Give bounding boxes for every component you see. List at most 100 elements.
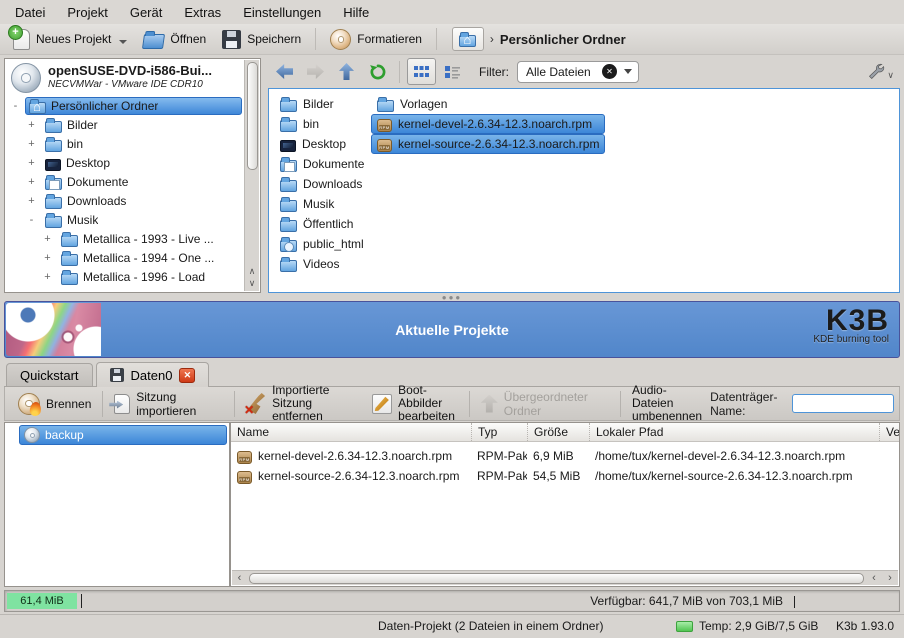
scrollbar-thumb[interactable] xyxy=(247,62,258,170)
scroll-down-icon[interactable]: ∨ xyxy=(249,277,256,289)
column-header-link[interactable]: Verknü xyxy=(879,423,899,441)
toolbar-separator xyxy=(620,391,621,417)
file-item[interactable]: public_html xyxy=(274,234,371,254)
used-size-segment: 61,4 MiB xyxy=(7,593,77,609)
device-tree-item[interactable]: - Musik xyxy=(5,210,260,229)
expander-toggle[interactable]: + xyxy=(25,138,38,150)
back-button[interactable] xyxy=(270,58,299,85)
project-tab[interactable]: Quickstart xyxy=(6,363,93,386)
table-row[interactable]: kernel-source-2.6.34-12.3.noarch.rpm RPM… xyxy=(231,466,899,486)
device-tree-item[interactable]: + bin xyxy=(5,134,260,153)
file-item[interactable]: Öffentlich xyxy=(274,214,371,234)
format-label: Formatieren xyxy=(357,32,422,46)
folder-tree: - Persönlicher Ordner + Bilder + bin + D… xyxy=(5,95,260,286)
menubar-item[interactable]: Extras xyxy=(173,2,232,23)
volume-name-input[interactable] xyxy=(792,394,894,413)
cell-type: RPM-Paket xyxy=(471,449,527,463)
scroll-left-icon[interactable]: ‹ xyxy=(866,572,882,585)
parent-folder-button[interactable]: Übergeordneter Ordner xyxy=(473,388,617,420)
expander-toggle[interactable]: + xyxy=(41,271,54,283)
vertical-scrollbar[interactable]: ∧ ∨ xyxy=(244,60,259,291)
expander-toggle[interactable]: + xyxy=(25,195,38,207)
device-tree-item[interactable]: + Bilder xyxy=(5,115,260,134)
new-project-button[interactable]: Neues Projekt xyxy=(6,27,134,52)
file-item[interactable]: Dokumente xyxy=(274,154,371,174)
expander-toggle[interactable]: + xyxy=(25,119,38,131)
device-entry[interactable]: openSUSE-DVD-i586-Bui... NECVMWar - VMwa… xyxy=(5,59,260,95)
import-session-icon xyxy=(114,394,130,414)
file-item[interactable]: bin xyxy=(274,114,371,134)
breadcrumb-separator: › xyxy=(490,32,494,46)
remove-imported-session-button[interactable]: Importierte Sitzung entfernen xyxy=(238,382,364,426)
remove-session-label: Importierte Sitzung xyxy=(272,383,329,410)
edit-boot-images-button[interactable]: Boot-Abbilder bearbeiten xyxy=(364,382,466,426)
expander-toggle[interactable]: + xyxy=(41,233,54,245)
device-tree-item[interactable]: + Desktop xyxy=(5,153,260,172)
project-tree-item[interactable]: backup xyxy=(19,425,227,445)
file-item[interactable]: Desktop xyxy=(274,134,371,154)
reload-button[interactable] xyxy=(363,58,392,85)
scroll-up-icon[interactable]: ∧ xyxy=(249,265,256,277)
filter-label: Filter: xyxy=(479,65,509,79)
device-tree-item[interactable]: + Metallica - 1993 - Live ... xyxy=(5,229,260,248)
file-item[interactable]: Videos xyxy=(274,254,371,274)
import-session-button[interactable]: Sitzung importieren xyxy=(106,388,231,420)
file-item[interactable]: kernel-devel-2.6.34-12.3.noarch.rpm xyxy=(371,114,605,134)
device-tree-item[interactable]: + Metallica - 1996 - Load xyxy=(5,267,260,286)
column-header-size[interactable]: Größe xyxy=(527,423,589,441)
detail-view-button[interactable] xyxy=(438,58,467,85)
expander-toggle[interactable]: - xyxy=(9,100,22,112)
file-item[interactable]: Vorlagen xyxy=(371,94,605,114)
project-view: backup Name Typ Größe Lokaler Pfad Verkn… xyxy=(4,421,900,588)
column-header-name[interactable]: Name xyxy=(231,425,471,439)
icon-view-button[interactable] xyxy=(407,58,436,85)
chevron-down-icon xyxy=(119,40,127,44)
up-arrow-icon xyxy=(339,63,354,80)
menubar-item[interactable]: Projekt xyxy=(56,2,118,23)
menubar-item[interactable]: Datei xyxy=(4,2,56,23)
browser-options-button[interactable]: ∨ xyxy=(867,62,898,81)
expander-toggle[interactable]: - xyxy=(25,214,38,226)
file-item[interactable]: Downloads xyxy=(274,174,371,194)
scroll-right-icon[interactable]: › xyxy=(882,572,898,585)
burn-button[interactable]: Brennen xyxy=(10,391,99,417)
device-tree-item[interactable]: - Persönlicher Ordner xyxy=(5,96,260,115)
file-item[interactable]: kernel-source-2.6.34-12.3.noarch.rpm xyxy=(371,134,605,154)
breadcrumb-label: Persönlicher Ordner xyxy=(500,32,626,47)
format-button[interactable]: Formatieren xyxy=(323,27,429,52)
menubar-item[interactable]: Hilfe xyxy=(332,2,380,23)
device-tree-item[interactable]: + Downloads xyxy=(5,191,260,210)
horizontal-scrollbar[interactable]: ‹ ‹ › xyxy=(232,570,898,585)
project-tab[interactable]: Daten0 ✕ xyxy=(96,362,210,387)
table-row[interactable]: kernel-devel-2.6.34-12.3.noarch.rpm RPM-… xyxy=(231,446,899,466)
file-item[interactable]: Bilder xyxy=(274,94,371,114)
scroll-left-icon[interactable]: ‹ xyxy=(232,572,247,585)
expander-toggle[interactable]: + xyxy=(25,176,38,188)
save-button[interactable]: Speichern xyxy=(215,28,308,51)
column-header-path[interactable]: Lokaler Pfad xyxy=(589,423,879,441)
clear-filter-icon[interactable]: ✕ xyxy=(602,64,617,79)
rename-audio-button[interactable]: Audio-Dateien umbenennen xyxy=(624,382,710,426)
pencil-icon xyxy=(372,394,392,414)
expander-toggle[interactable]: + xyxy=(41,252,54,264)
home-button[interactable] xyxy=(452,27,484,51)
disc-icon xyxy=(330,29,351,50)
upper-split: openSUSE-DVD-i586-Bui... NECVMWar - VMwa… xyxy=(0,55,904,293)
device-tree-item[interactable]: + Dokumente xyxy=(5,172,260,191)
open-button[interactable]: Öffnen xyxy=(136,28,213,51)
parent-folder-label: Übergeordneter Ordner xyxy=(504,390,609,418)
close-icon[interactable]: ✕ xyxy=(179,368,195,383)
expander-toggle[interactable]: + xyxy=(25,157,38,169)
folder-icon xyxy=(61,254,78,266)
device-tree-item[interactable]: + Metallica - 1994 - One ... xyxy=(5,248,260,267)
column-header-type[interactable]: Typ xyxy=(471,423,527,441)
file-item[interactable]: Musik xyxy=(274,194,371,214)
menubar-item[interactable]: Gerät xyxy=(119,2,174,23)
up-button[interactable] xyxy=(332,58,361,85)
menubar-item[interactable]: Einstellungen xyxy=(232,2,332,23)
forward-button[interactable] xyxy=(301,58,330,85)
scrollbar-thumb[interactable] xyxy=(249,573,864,584)
file-icon xyxy=(377,119,392,132)
filter-combobox[interactable]: Alle Dateien ✕ xyxy=(517,61,639,83)
splitter-handle[interactable]: ●●● xyxy=(0,293,904,301)
